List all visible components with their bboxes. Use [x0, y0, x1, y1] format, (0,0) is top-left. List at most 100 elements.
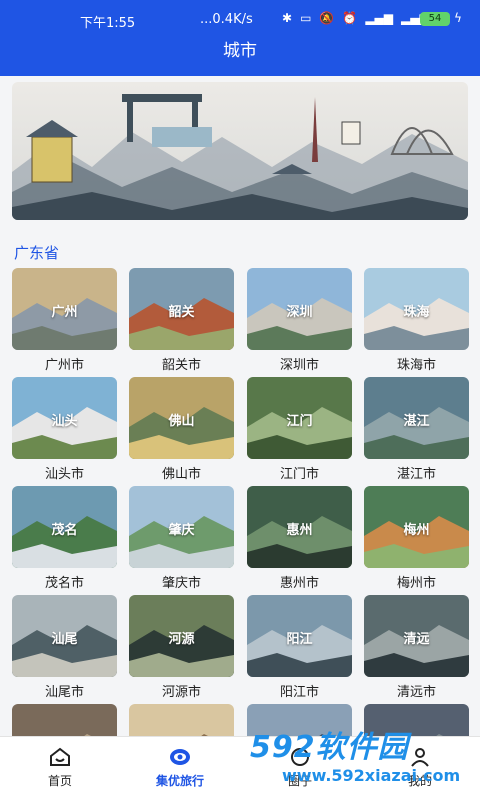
tab-travel-label: 集优旅行 — [155, 774, 204, 788]
city-card[interactable] — [12, 704, 117, 736]
city-name: 深圳市 — [279, 358, 319, 373]
city-card[interactable]: 韶关 韶关市 — [129, 268, 234, 376]
home-icon — [50, 747, 70, 766]
city-image: 河源 — [129, 595, 234, 677]
vibrate-icon: ▭ — [300, 11, 312, 25]
city-name: 汕头市 — [44, 467, 84, 482]
city-card[interactable]: 河源 河源市 — [129, 595, 234, 703]
city-name: 河源市 — [161, 685, 201, 700]
signal-icon: ▂▄▆ — [365, 11, 393, 25]
bottom-tab-bar: 首页 集优旅行 圈子 我的 — [0, 736, 480, 800]
city-tile-label: 珠海 — [403, 305, 430, 320]
city-card[interactable]: 深圳 深圳市 — [247, 268, 352, 376]
city-card[interactable]: 汕尾 汕尾市 — [12, 595, 117, 703]
banner-image[interactable] — [12, 82, 468, 220]
city-card[interactable]: 惠州 惠州市 — [247, 486, 352, 594]
city-card[interactable]: 清远 清远市 — [364, 595, 469, 703]
province-title: 广东省 — [14, 244, 60, 262]
city-card[interactable]: 梅州 梅州市 — [364, 486, 469, 594]
city-image: 梅州 — [364, 486, 469, 568]
city-image: 茂名 — [12, 486, 117, 568]
city-name: 广州市 — [44, 358, 84, 373]
city-image: 汕尾 — [12, 595, 117, 677]
city-tile-label: 湛江 — [403, 414, 430, 429]
battery-icon: 54 — [420, 12, 450, 26]
city-tile-label: 深圳 — [286, 305, 313, 320]
city-image — [364, 704, 469, 736]
city-tile-label: 肇庆 — [168, 523, 195, 538]
city-name: 惠州市 — [279, 576, 319, 591]
city-image — [129, 704, 234, 736]
city-image: 汕头 — [12, 377, 117, 459]
city-name: 梅州市 — [396, 576, 436, 591]
city-image — [247, 704, 352, 736]
city-tile-label: 阳江 — [286, 632, 313, 647]
city-tile-label: 河源 — [168, 632, 195, 647]
charging-icon: ϟ — [454, 11, 462, 25]
tab-circle-label: 圈子 — [287, 774, 312, 788]
city-name: 阳江市 — [279, 685, 319, 700]
city-card[interactable] — [247, 704, 352, 736]
city-image: 湛江 — [364, 377, 469, 459]
city-card[interactable]: 广州 广州市 — [12, 268, 117, 376]
city-tile-label: 江门 — [286, 414, 313, 429]
city-tile-label: 清远 — [403, 632, 430, 647]
city-tile-label: 梅州 — [403, 523, 430, 538]
city-tile-label: 广州 — [51, 305, 78, 320]
tab-home[interactable]: 首页 — [0, 741, 120, 799]
city-image: 深圳 — [247, 268, 352, 350]
city-name: 茂名市 — [44, 576, 84, 591]
city-card[interactable]: 茂名 茂名市 — [12, 486, 117, 594]
city-tile-label: 韶关 — [168, 305, 195, 320]
tab-circle[interactable]: 圈子 — [240, 741, 360, 799]
city-tile-label: 惠州 — [286, 523, 313, 538]
status-bar: 下午1:55 ...0.4K/s ✱ ▭ 🔕 ⏰ ▂▄▆ ▂▄▆ ◠ 54 ϟ — [0, 0, 480, 38]
city-image: 韶关 — [129, 268, 234, 350]
city-tile-label: 佛山 — [168, 414, 195, 429]
city-card[interactable]: 江门 江门市 — [247, 377, 352, 485]
city-card[interactable]: 肇庆 肇庆市 — [129, 486, 234, 594]
city-card[interactable]: 汕头 汕头市 — [12, 377, 117, 485]
app-bar: 城市 — [0, 38, 480, 76]
city-image: 佛山 — [129, 377, 234, 459]
city-image: 江门 — [247, 377, 352, 459]
tab-travel[interactable]: 集优旅行 — [120, 741, 240, 799]
city-name: 韶关市 — [161, 358, 201, 373]
city-card[interactable] — [364, 704, 469, 736]
bluetooth-icon: ✱ — [282, 11, 293, 25]
mute-icon: 🔕 — [319, 11, 335, 25]
city-name: 汕尾市 — [44, 685, 84, 700]
user-icon — [411, 748, 429, 767]
city-tile-label: 汕尾 — [51, 632, 78, 647]
status-time: 下午1:55 — [80, 16, 136, 31]
city-image: 珠海 — [364, 268, 469, 350]
city-tile-label: 茂名 — [51, 523, 78, 538]
alarm-icon: ⏰ — [342, 11, 358, 25]
city-name: 佛山市 — [161, 467, 201, 482]
city-card[interactable]: 珠海 珠海市 — [364, 268, 469, 376]
city-image — [12, 704, 117, 736]
eye-icon — [170, 749, 190, 765]
page-title: 城市 — [223, 41, 257, 61]
city-name: 珠海市 — [396, 358, 436, 373]
city-name: 清远市 — [396, 685, 436, 700]
city-card[interactable]: 阳江 阳江市 — [247, 595, 352, 703]
circle-icon — [291, 748, 309, 766]
network-speed: ...0.4K/s — [200, 12, 253, 27]
city-image: 惠州 — [247, 486, 352, 568]
city-card[interactable]: 佛山 佛山市 — [129, 377, 234, 485]
city-image: 阳江 — [247, 595, 352, 677]
tab-mine-label: 我的 — [407, 774, 432, 788]
city-card[interactable]: 湛江 湛江市 — [364, 377, 469, 485]
city-image: 广州 — [12, 268, 117, 350]
city-list-scroll[interactable]: 广东省 广州 广州市 韶关 韶关市 深圳 深圳市 珠海 珠海市 汕头 汕头市 佛山 佛山市 江门 江门市湛… — [0, 76, 480, 736]
city-name: 湛江市 — [396, 467, 436, 482]
tab-mine[interactable]: 我的 — [360, 741, 480, 799]
city-image: 清远 — [364, 595, 469, 677]
tab-home-label: 首页 — [47, 774, 72, 788]
city-name: 肇庆市 — [161, 576, 201, 591]
city-name: 江门市 — [279, 467, 319, 482]
city-card[interactable] — [129, 704, 234, 736]
city-tile-label: 汕头 — [51, 414, 78, 429]
city-image: 肇庆 — [129, 486, 234, 568]
